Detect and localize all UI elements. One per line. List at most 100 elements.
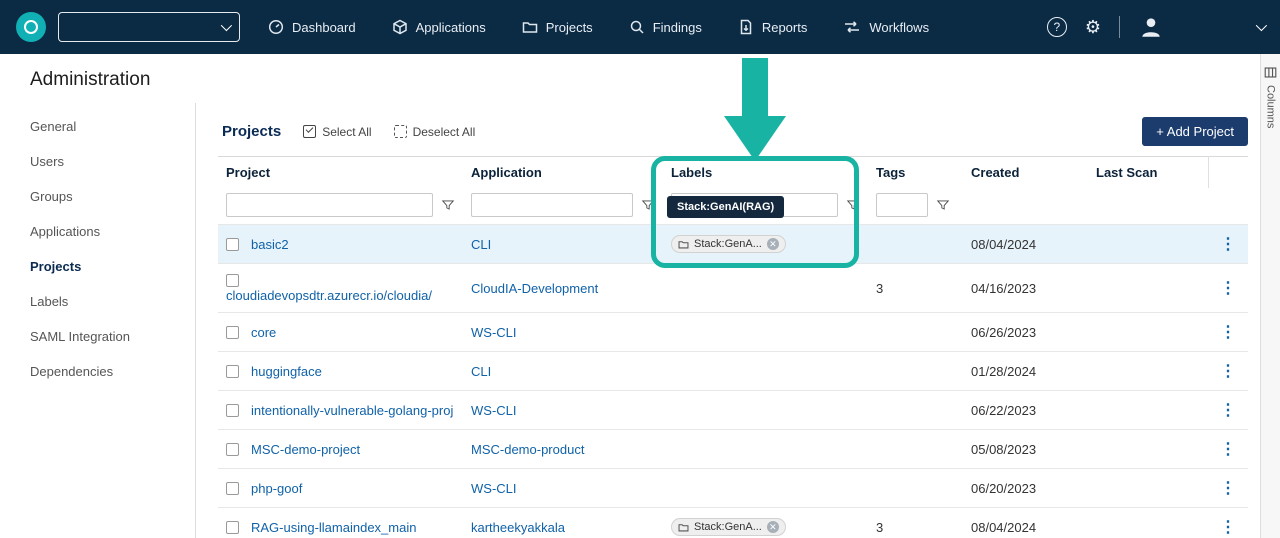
tags-value: 3	[876, 520, 883, 535]
application-link[interactable]: MSC-demo-product	[471, 442, 584, 457]
workflows-icon	[843, 19, 861, 35]
chip-remove-icon[interactable]: ✕	[767, 238, 779, 250]
row-menu-button[interactable]: ⋮	[1216, 322, 1240, 342]
filter-funnel-icon[interactable]	[846, 198, 860, 212]
label-chip-text: Stack:GenA...	[694, 238, 762, 250]
sidebar-item-general[interactable]: General	[0, 109, 195, 144]
columns-panel-toggle[interactable]: Columns	[1260, 54, 1280, 538]
application-link[interactable]: CloudIA-Development	[471, 281, 598, 296]
col-header-labels[interactable]: Labels	[671, 165, 712, 180]
application-link[interactable]: CLI	[471, 237, 491, 252]
row-menu-button[interactable]: ⋮	[1216, 361, 1240, 381]
sidebar-item-applications[interactable]: Applications	[0, 214, 195, 249]
row-menu-button[interactable]: ⋮	[1216, 234, 1240, 254]
row-checkbox[interactable]	[226, 274, 239, 287]
created-value: 08/04/2024	[971, 237, 1036, 252]
application-link[interactable]: WS-CLI	[471, 325, 517, 340]
findings-icon	[629, 19, 645, 35]
created-value: 08/04/2024	[971, 520, 1036, 535]
sidebar-item-labels[interactable]: Labels	[0, 284, 195, 319]
project-filter-input[interactable]	[226, 193, 433, 217]
chip-remove-icon[interactable]: ✕	[767, 521, 779, 533]
nav-item-projects[interactable]: Projects	[522, 19, 593, 35]
project-link[interactable]: RAG-using-llamaindex_main	[251, 520, 416, 535]
application-filter-input[interactable]	[471, 193, 633, 217]
table-header-row: Project Application Labels Tags Created …	[218, 157, 1248, 189]
project-link[interactable]: core	[251, 325, 276, 340]
table-row[interactable]: intentionally-vulnerable-golang-proj WS-…	[218, 391, 1248, 430]
label-chip[interactable]: Stack:GenA...✕	[671, 518, 786, 536]
table-row[interactable]: php-goof WS-CLI 06/20/2023 ⋮	[218, 469, 1248, 508]
label-chip[interactable]: Stack:GenA... ✕	[671, 235, 786, 253]
application-link[interactable]: kartheekyakkala	[471, 520, 565, 535]
nav-item-reports[interactable]: Reports	[738, 19, 808, 35]
row-menu-button[interactable]: ⋮	[1216, 278, 1240, 298]
row-checkbox[interactable]	[226, 326, 239, 339]
filter-funnel-icon[interactable]	[441, 198, 455, 212]
col-header-last-scan[interactable]: Last Scan	[1096, 165, 1157, 180]
filter-funnel-icon[interactable]	[641, 198, 655, 212]
project-link[interactable]: cloudiadevopsdtr.azurecr.io/cloudia/	[226, 288, 432, 303]
row-checkbox[interactable]	[226, 404, 239, 417]
project-link[interactable]: huggingface	[251, 364, 322, 379]
deselect-all-label: Deselect All	[413, 125, 476, 139]
table-row[interactable]: basic2 CLI Stack:GenA... ✕ 08/04/2024 ⋮	[218, 225, 1248, 264]
table-row[interactable]: huggingface CLI 01/28/2024 ⋮	[218, 352, 1248, 391]
row-menu-button[interactable]: ⋮	[1216, 478, 1240, 498]
nav-item-applications[interactable]: Applications	[392, 19, 486, 35]
nav-label: Reports	[762, 20, 808, 35]
add-project-button[interactable]: + Add Project	[1142, 117, 1248, 146]
divider	[1119, 16, 1120, 38]
select-all-icon	[303, 125, 316, 138]
row-menu-button[interactable]: ⋮	[1216, 517, 1240, 537]
application-link[interactable]: WS-CLI	[471, 403, 517, 418]
col-header-application[interactable]: Application	[471, 165, 542, 180]
sidebar-item-dependencies[interactable]: Dependencies	[0, 354, 195, 389]
sidebar-item-saml-integration[interactable]: SAML Integration	[0, 319, 195, 354]
created-value: 05/08/2023	[971, 442, 1036, 457]
project-link[interactable]: intentionally-vulnerable-golang-proj	[251, 403, 453, 418]
select-all-button[interactable]: Select All	[303, 125, 371, 139]
table-row[interactable]: cloudiadevopsdtr.azurecr.io/cloudia/ Clo…	[218, 264, 1248, 313]
row-checkbox[interactable]	[226, 482, 239, 495]
reports-icon	[738, 19, 754, 35]
chevron-down-icon	[221, 20, 232, 31]
help-icon[interactable]: ?	[1047, 17, 1067, 37]
nav-label: Applications	[416, 20, 486, 35]
application-link[interactable]: CLI	[471, 364, 491, 379]
col-header-created[interactable]: Created	[971, 165, 1019, 180]
col-header-project[interactable]: Project	[226, 165, 270, 180]
table-row[interactable]: RAG-using-llamaindex_main kartheekyakkal…	[218, 508, 1248, 538]
table-row[interactable]: MSC-demo-project MSC-demo-product 05/08/…	[218, 430, 1248, 469]
row-menu-button[interactable]: ⋮	[1216, 400, 1240, 420]
col-header-tags[interactable]: Tags	[876, 165, 905, 180]
created-value: 06/26/2023	[971, 325, 1036, 340]
project-link[interactable]: php-goof	[251, 481, 302, 496]
projects-toolbar: Projects Select All Deselect All + Add P…	[222, 117, 1248, 146]
nav-item-dashboard[interactable]: Dashboard	[268, 19, 356, 35]
nav-item-findings[interactable]: Findings	[629, 19, 702, 35]
row-menu-button[interactable]: ⋮	[1216, 439, 1240, 459]
sidebar-item-users[interactable]: Users	[0, 144, 195, 179]
row-checkbox[interactable]	[226, 238, 239, 251]
project-link[interactable]: basic2	[251, 237, 289, 252]
row-checkbox[interactable]	[226, 443, 239, 456]
deselect-all-button[interactable]: Deselect All	[394, 125, 476, 139]
tenant-selector[interactable]	[58, 12, 240, 42]
chevron-down-icon	[1256, 20, 1267, 31]
user-menu[interactable]	[1138, 14, 1264, 40]
project-link[interactable]: MSC-demo-project	[251, 442, 360, 457]
sidebar-item-groups[interactable]: Groups	[0, 179, 195, 214]
application-link[interactable]: WS-CLI	[471, 481, 517, 496]
tags-filter-input[interactable]	[876, 193, 928, 217]
row-checkbox[interactable]	[226, 521, 239, 534]
nav-item-workflows[interactable]: Workflows	[843, 19, 929, 35]
folder-icon	[678, 522, 689, 533]
navbar-right: ? ⚙	[1047, 14, 1264, 40]
sidebar-item-projects[interactable]: Projects	[0, 249, 195, 284]
nav-label: Dashboard	[292, 20, 356, 35]
row-checkbox[interactable]	[226, 365, 239, 378]
filter-funnel-icon[interactable]	[936, 198, 950, 212]
gear-icon[interactable]: ⚙	[1085, 18, 1101, 36]
table-row[interactable]: core WS-CLI 06/26/2023 ⋮	[218, 313, 1248, 352]
